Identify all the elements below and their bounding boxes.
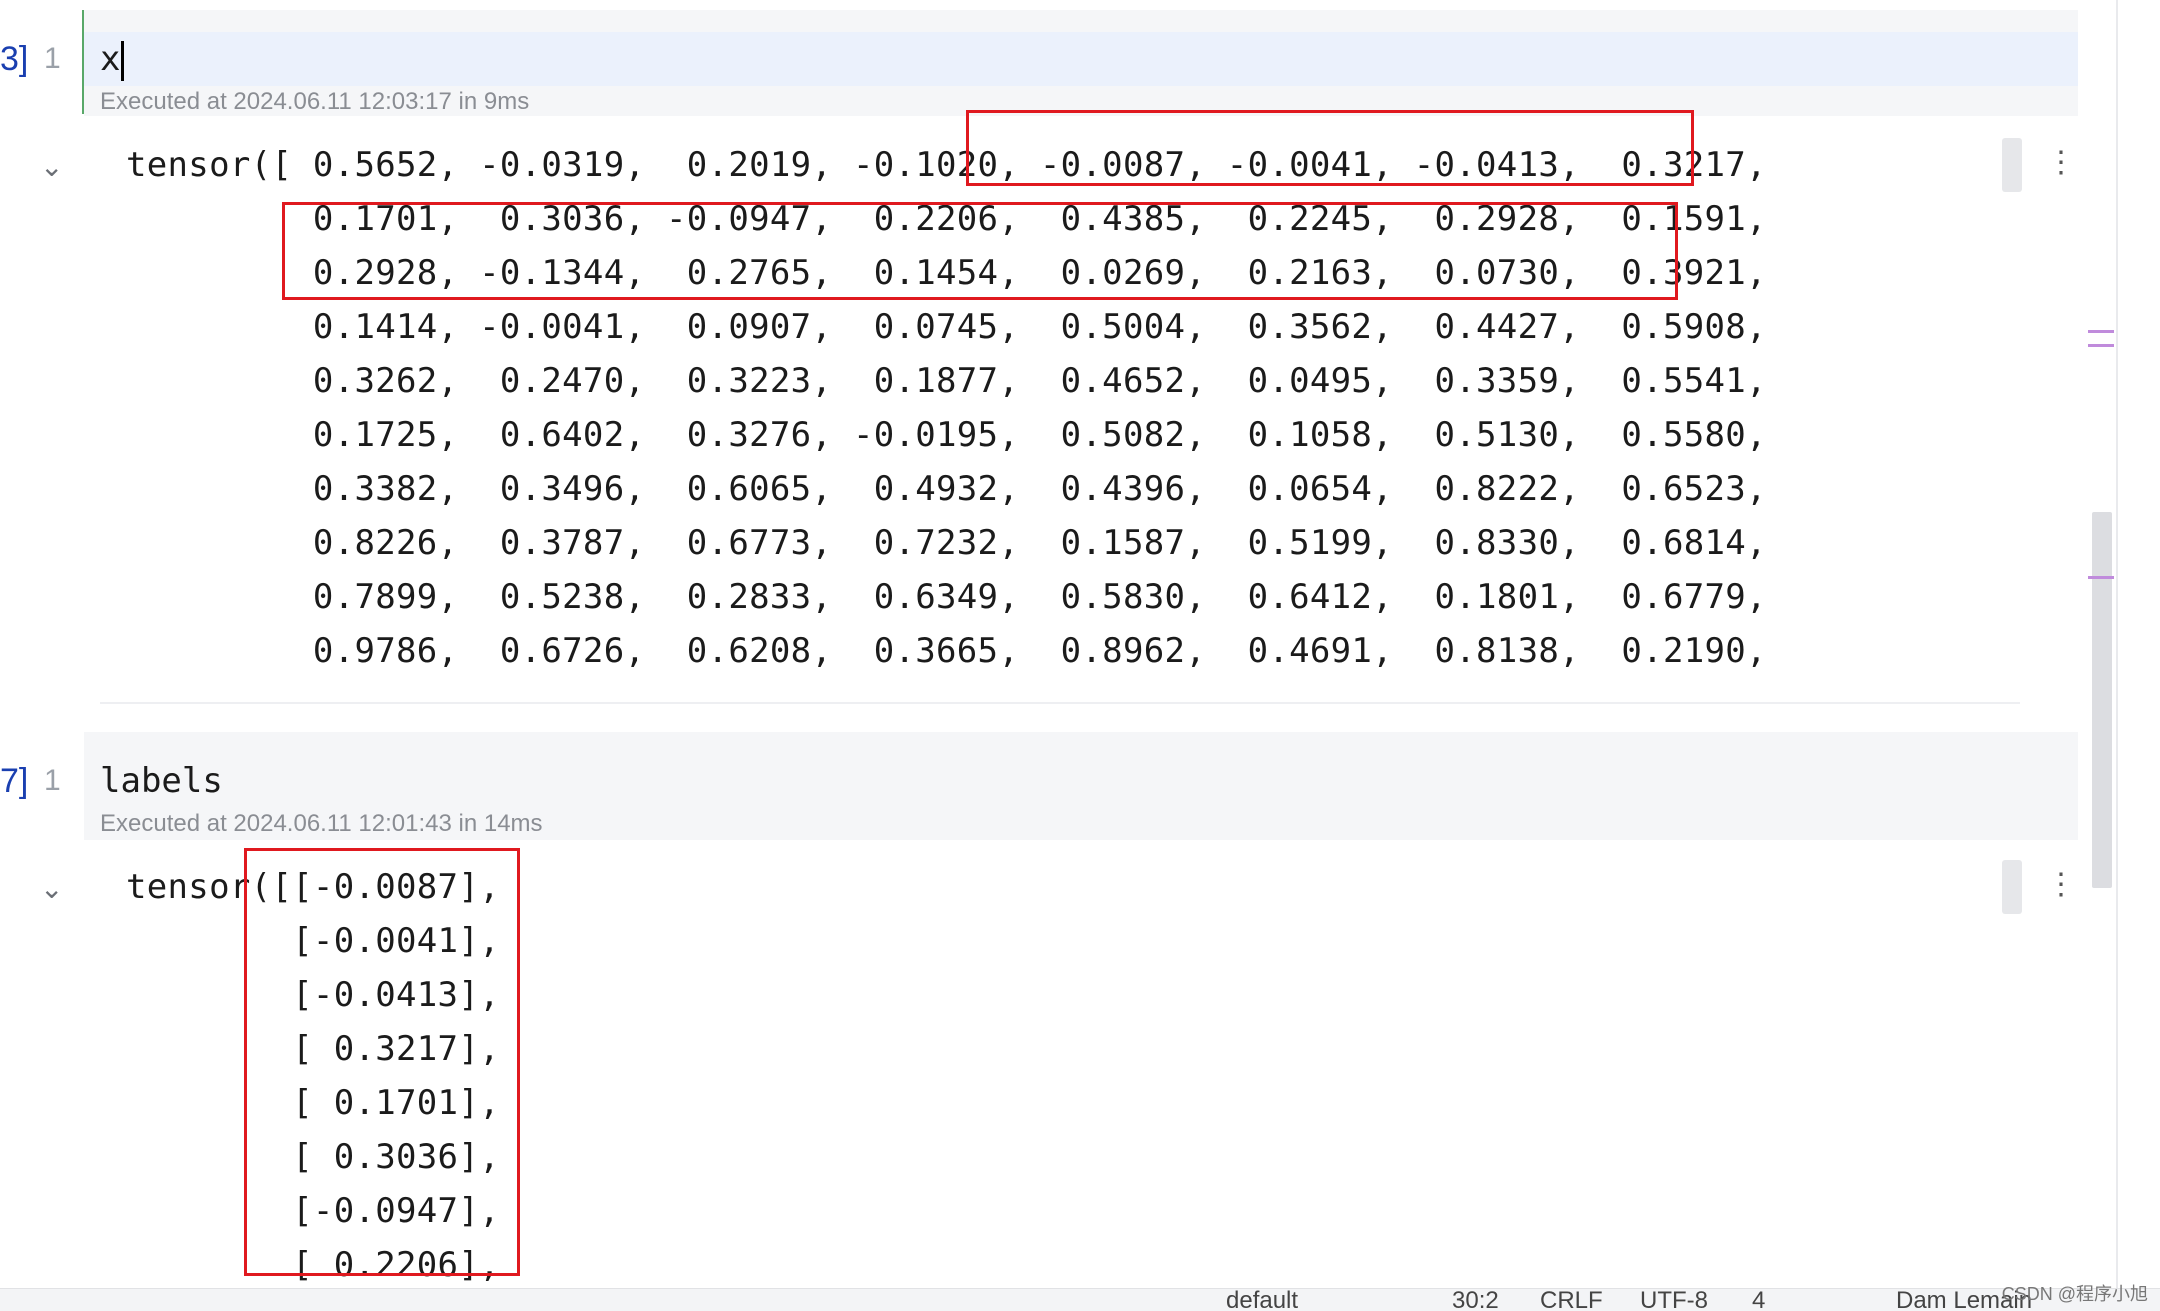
output-line: 0.3262, 0.2470, 0.3223, 0.1877, 0.4652, … (126, 361, 1767, 401)
cell-1-active-line (84, 32, 2078, 86)
cell-1-exec-count: 3] (0, 40, 29, 78)
output-toolbar-handle[interactable] (2002, 138, 2022, 192)
text-caret (121, 40, 125, 81)
output-line: 0.7899, 0.5238, 0.2833, 0.6349, 0.5830, … (126, 577, 1767, 617)
output-line: 0.1725, 0.6402, 0.3276, -0.0195, 0.5082,… (126, 415, 1767, 455)
change-marker (2088, 344, 2114, 347)
scrollbar-track[interactable] (2116, 0, 2118, 1290)
cell-1-code-editor[interactable]: x (100, 32, 125, 86)
cell-1-line-number: 1 (44, 42, 61, 75)
status-interpreter[interactable]: default (1226, 1289, 1298, 1311)
status-encoding[interactable]: UTF-8 (1640, 1289, 1708, 1311)
cell-2-input[interactable]: labels Executed at 2024.06.11 12:01:43 i… (84, 732, 2078, 840)
highlight-box-labels (244, 848, 520, 1276)
status-indent[interactable]: 4 (1752, 1289, 1765, 1311)
cell-2-exec-count: 7] (0, 762, 29, 800)
output-line: 0.3382, 0.3496, 0.6065, 0.4932, 0.4396, … (126, 469, 1767, 509)
scrollbar-thumb[interactable] (2092, 512, 2112, 888)
cell-1-code: x (100, 39, 121, 79)
cell-1-input[interactable]: x Executed at 2024.06.11 12:03:17 in 9ms (84, 10, 2078, 116)
cell-divider (100, 702, 2020, 704)
output-toolbar-handle[interactable] (2002, 860, 2022, 914)
output-line: 0.1414, -0.0041, 0.0907, 0.0745, 0.5004,… (126, 307, 1767, 347)
status-line-separator[interactable]: CRLF (1540, 1289, 1603, 1311)
vertical-ellipsis-icon[interactable]: ⋮ (2046, 870, 2076, 900)
highlight-box-rows-2-3 (282, 202, 1678, 300)
cell-2-code-editor[interactable]: labels (100, 754, 223, 808)
cell-2-exec-info: Executed at 2024.06.11 12:01:43 in 14ms (100, 810, 543, 837)
chevron-down-icon[interactable]: ⌄ (40, 150, 63, 183)
output-line: 0.9786, 0.6726, 0.6208, 0.3665, 0.8962, … (126, 631, 1767, 671)
status-bar: default 30:2 CRLF UTF-8 4 Dam Lemain (0, 1288, 2160, 1311)
vertical-ellipsis-icon[interactable]: ⋮ (2046, 148, 2076, 178)
highlight-box-first-row (966, 110, 1694, 186)
change-marker (2088, 330, 2114, 333)
cell-2-code: labels (100, 761, 223, 801)
output-line: 0.8226, 0.3787, 0.6773, 0.7232, 0.1587, … (126, 523, 1767, 563)
cell-1-exec-info: Executed at 2024.06.11 12:03:17 in 9ms (100, 88, 530, 115)
watermark: CSDN @程序小旭 (2001, 1284, 2148, 1304)
change-marker (2088, 576, 2114, 579)
status-cursor-position[interactable]: 30:2 (1452, 1289, 1499, 1311)
cell-2-line-number: 1 (44, 764, 61, 797)
chevron-down-icon[interactable]: ⌄ (40, 872, 63, 905)
